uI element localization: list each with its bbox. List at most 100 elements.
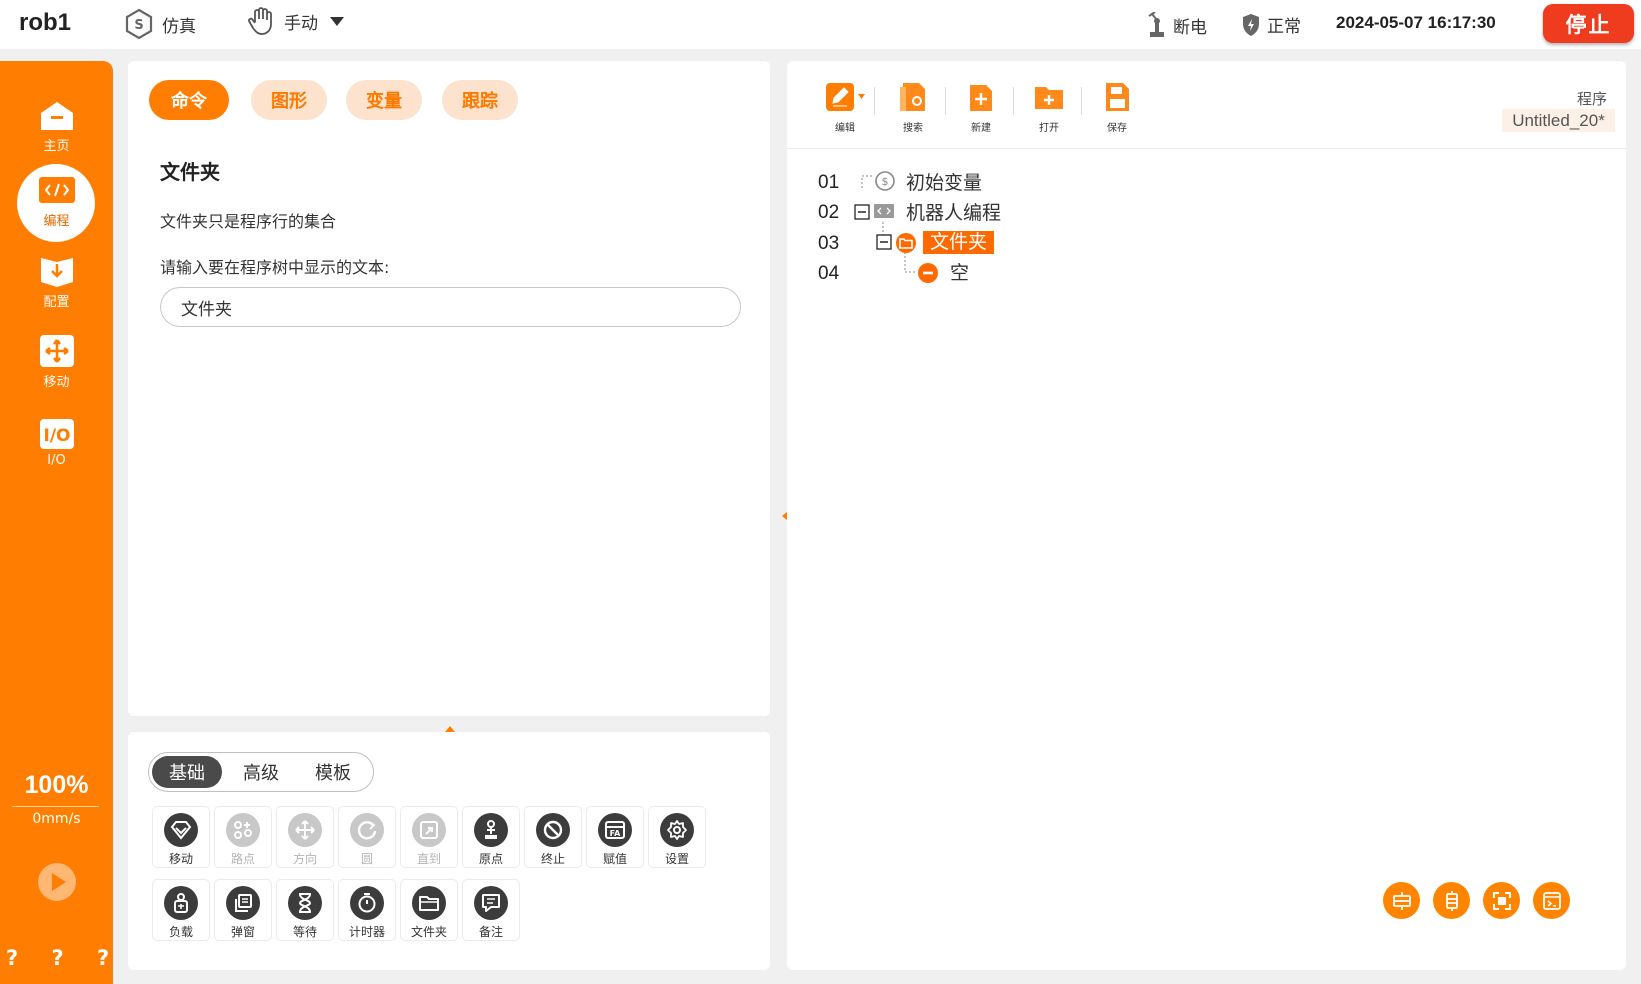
cmd-direction-button[interactable]: 方向 [276, 806, 334, 868]
save-icon [1101, 81, 1133, 113]
sidebar-item-config[interactable]: 配置 [0, 243, 113, 321]
toolbar-divider [1081, 87, 1082, 115]
expand-vertical-button[interactable] [1433, 882, 1470, 919]
line-number: 03 [818, 233, 840, 254]
cmd-halt-button[interactable]: 终止 [524, 806, 582, 868]
sidebar-item-io[interactable]: I/O I/O [0, 404, 113, 482]
tree-node-init-variables[interactable]: 初始变量 [906, 168, 982, 195]
command-panel: 命令 图形 变量 跟踪 文件夹 文件夹只是程序行的集合 请输入要在程序树中显示的… [128, 61, 770, 716]
tab-trace[interactable]: 跟踪 [442, 80, 518, 120]
speed-value: 0mm/s [32, 811, 81, 827]
line-number: 01 [818, 172, 840, 193]
save-button[interactable]: 保存 [1093, 81, 1141, 134]
sidebar-item-label: I/O [47, 453, 66, 468]
play-button[interactable] [37, 862, 77, 902]
sidebar-item-label: 编程 [43, 214, 70, 229]
section-description: 文件夹只是程序行的集合 [160, 212, 337, 231]
robot-arm-icon [1147, 12, 1167, 38]
cmd-payload-button[interactable]: 负载 [152, 879, 210, 941]
move-icon [39, 334, 75, 368]
fit-view-icon [1492, 891, 1511, 910]
sidebar-item-label: 移动 [43, 375, 70, 390]
cmd-label: 原点 [478, 852, 503, 866]
tab-command[interactable]: 命令 [149, 80, 229, 120]
cmd-assign-button[interactable]: FA 赋值 [586, 806, 644, 868]
program-label: 程序 [1577, 90, 1608, 108]
sidebar-item-label: 主页 [43, 139, 70, 154]
stop-button[interactable]: 停止 [1543, 4, 1634, 43]
tree-node-empty[interactable]: 空 [950, 258, 969, 285]
hand-icon [246, 6, 276, 36]
cmd-timer-button[interactable]: 计时器 [338, 879, 396, 941]
cmd-label: 移动 [168, 852, 193, 866]
svg-text:S: S [134, 18, 143, 33]
expand-vertical-icon [1445, 890, 1458, 911]
fit-view-button[interactable] [1483, 882, 1520, 919]
folder-icon [412, 886, 446, 920]
cmd-comment-button[interactable]: 备注 [462, 879, 520, 941]
cmd-popup-button[interactable]: 弹窗 [214, 879, 272, 941]
sidebar-item-home[interactable]: 主页 [0, 88, 113, 166]
robot-name: rob1 [19, 9, 72, 36]
empty-node-icon [917, 262, 939, 284]
cmd-wait-button[interactable]: 等待 [276, 879, 334, 941]
config-icon [39, 254, 75, 288]
cmd-label: 终止 [540, 852, 565, 866]
cmd-folder-button[interactable]: 文件夹 [400, 879, 458, 941]
waypoint-icon [226, 813, 260, 847]
until-icon [412, 813, 446, 847]
sidebar-item-move[interactable]: 移动 [0, 323, 113, 401]
page-title: 文件夹 [160, 160, 220, 184]
direction-icon [288, 813, 322, 847]
cmd-label: 设置 [664, 852, 689, 866]
cmd-circle-button[interactable]: 圆 [338, 806, 396, 868]
segment-template[interactable]: 模板 [299, 756, 367, 788]
power-label: 断电 [1173, 17, 1207, 38]
tree-node-folder-selected[interactable]: 文件夹 [923, 231, 995, 254]
payload-icon [164, 886, 198, 920]
segment-advanced[interactable]: 高级 [227, 756, 295, 788]
input-label: 请输入要在程序树中显示的文本: [160, 258, 390, 277]
wait-icon [288, 886, 322, 920]
datetime: 2024-05-07 16:17:30 [1336, 13, 1496, 32]
sidebar-item-label: 配置 [43, 295, 70, 310]
terminal-icon [1542, 891, 1561, 910]
folder-name-input[interactable] [160, 287, 741, 327]
program-name[interactable]: Untitled_20* [1502, 109, 1615, 132]
speed-percent[interactable]: 100% [0, 771, 113, 800]
halt-icon [536, 813, 570, 847]
cmd-label: 计时器 [348, 925, 385, 939]
line-number: 04 [818, 263, 840, 284]
tab-graphics[interactable]: 图形 [251, 80, 327, 120]
simulation-toggle[interactable]: S 仿真 [124, 8, 196, 40]
circle-icon [350, 813, 384, 847]
collapse-toggle-icon[interactable] [876, 234, 892, 250]
cmd-label: 文件夹 [410, 925, 447, 939]
power-status: 断电 [1147, 12, 1207, 38]
cmd-settings-button[interactable]: 设置 [648, 806, 706, 868]
cmd-origin-button[interactable]: 原点 [462, 806, 520, 868]
robot-program-icon [873, 202, 895, 220]
segment-basic[interactable]: 基础 [152, 756, 222, 788]
expand-horizontal-button[interactable] [1383, 882, 1420, 919]
cmd-move-button[interactable]: 移动 [152, 806, 210, 868]
safety-label: 正常 [1267, 17, 1301, 37]
speed-divider [12, 806, 99, 807]
collapse-toggle-icon[interactable] [854, 204, 870, 220]
move-cmd-icon [164, 813, 198, 847]
mode-dropdown[interactable]: 手动 [246, 6, 344, 36]
mode-label: 手动 [284, 13, 318, 34]
sidebar-item-programming[interactable]: 编程 [0, 163, 113, 242]
safety-status: 正常 [1241, 12, 1301, 37]
cmd-label: 弹窗 [230, 925, 255, 939]
assign-icon: FA [598, 813, 632, 847]
cmd-until-button[interactable]: 直到 [400, 806, 458, 868]
toolbar-label: 保存 [1107, 123, 1127, 134]
home-icon [39, 100, 75, 132]
terminal-button[interactable] [1533, 882, 1570, 919]
tab-variables[interactable]: 变量 [346, 80, 422, 120]
settings-icon [660, 813, 694, 847]
svg-text:I/O: I/O [43, 426, 70, 446]
tree-node-robot-program[interactable]: 机器人编程 [906, 198, 1001, 225]
cmd-waypoint-button[interactable]: 路点 [214, 806, 272, 868]
